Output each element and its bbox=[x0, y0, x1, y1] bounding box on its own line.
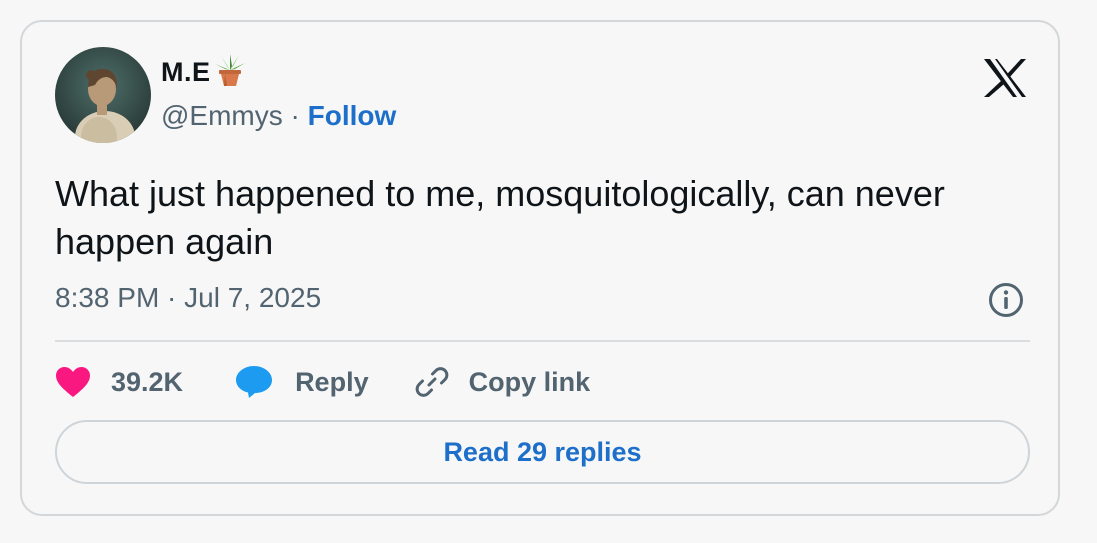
handle-separator: · bbox=[290, 100, 308, 131]
speech-bubble-icon bbox=[235, 365, 273, 399]
link-icon bbox=[415, 365, 449, 399]
potted-plant-icon bbox=[213, 52, 247, 93]
copy-link-label: Copy link bbox=[468, 366, 591, 397]
follow-button[interactable]: Follow bbox=[308, 100, 397, 131]
like-button[interactable]: 39.2K bbox=[55, 366, 183, 398]
tweet-timestamp[interactable]: 8:38 PM · Jul 7, 2025 bbox=[55, 282, 321, 314]
read-replies-button[interactable]: Read 29 replies bbox=[55, 420, 1030, 484]
divider bbox=[55, 340, 1030, 342]
like-count: 39.2K bbox=[111, 366, 184, 397]
reply-button[interactable]: Reply bbox=[235, 365, 369, 399]
avatar[interactable] bbox=[55, 47, 151, 143]
heart-icon bbox=[55, 366, 91, 398]
author-handle[interactable]: @Emmys bbox=[161, 100, 283, 131]
author-name-row[interactable]: M.E bbox=[161, 52, 247, 92]
avatar-photo bbox=[55, 47, 151, 143]
tweet-card: M.E @Emmys · Follow What just happened t… bbox=[20, 20, 1060, 516]
action-bar: 39.2K Reply Copy link bbox=[55, 360, 590, 404]
reply-label: Reply bbox=[295, 366, 369, 397]
copy-link-button[interactable]: Copy link bbox=[415, 365, 591, 399]
author-handle-row: @Emmys · Follow bbox=[161, 100, 396, 132]
info-icon[interactable] bbox=[988, 282, 1024, 318]
x-logo-icon[interactable] bbox=[982, 58, 1028, 98]
tweet-text: What just happened to me, mosquitologica… bbox=[55, 173, 945, 262]
author-name[interactable]: M.E bbox=[161, 57, 211, 88]
